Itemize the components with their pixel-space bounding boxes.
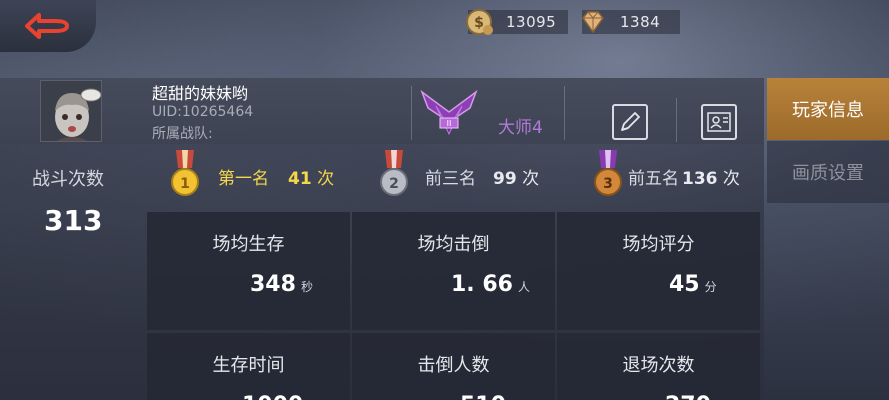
stat-card-avg-survival: 场均生存 348 秒 bbox=[147, 212, 350, 330]
coin-amount: 13095 bbox=[506, 13, 557, 31]
top-three-count: 99 次 bbox=[493, 169, 540, 189]
top-five-label: 前五名 bbox=[628, 169, 679, 189]
diamond-icon bbox=[582, 11, 604, 34]
svg-text:3: 3 bbox=[603, 176, 613, 192]
stat-card-avg-knockdowns: 场均击倒 1. 66 人 bbox=[352, 212, 555, 330]
avatar[interactable] bbox=[40, 80, 102, 142]
gold-medal-icon: 1 bbox=[171, 150, 199, 196]
first-place-count: 41 次 bbox=[288, 169, 335, 189]
svg-text:II: II bbox=[447, 119, 452, 128]
coin-icon: $ bbox=[466, 9, 493, 35]
tab-quality-settings[interactable]: 画质设置 bbox=[767, 141, 889, 203]
svg-text:$: $ bbox=[474, 15, 484, 31]
player-name: 超甜的妹妹哟 bbox=[152, 84, 249, 103]
svg-text:2: 2 bbox=[389, 176, 399, 192]
top-three-label: 前三名 bbox=[425, 169, 476, 189]
gem-balance: 1384 bbox=[582, 10, 680, 34]
stat-card-avg-rating: 场均评分 45 分 bbox=[557, 212, 760, 330]
silver-medal-icon: 2 bbox=[380, 150, 408, 196]
top-bar: $ 13095 1384 bbox=[0, 0, 889, 60]
rank-label: 大师4 bbox=[498, 118, 543, 138]
first-place-label: 第一名 bbox=[218, 169, 269, 189]
stat-card-exits: 退场次数 270 bbox=[557, 333, 760, 400]
button-divider bbox=[676, 98, 677, 142]
back-arrow-icon bbox=[25, 13, 69, 39]
stat-card-survival-time: 生存时间 1000 bbox=[147, 333, 350, 400]
top-five-count: 136 次 bbox=[682, 169, 740, 189]
rank-emblem-icon: II bbox=[420, 89, 478, 136]
tab-player-info[interactable]: 玩家信息 bbox=[767, 78, 889, 140]
battle-count-value: 313 bbox=[44, 204, 103, 237]
stat-card-knockdowns: 击倒人数 510 bbox=[352, 333, 555, 400]
gem-amount: 1384 bbox=[620, 13, 661, 31]
player-uid: UID:10265464 bbox=[152, 104, 254, 120]
back-button[interactable] bbox=[0, 0, 96, 52]
profile-strip bbox=[0, 78, 764, 144]
coin-balance: $ 13095 bbox=[466, 9, 568, 35]
battle-count-label: 战斗次数 bbox=[32, 169, 104, 190]
bronze-medal-icon: 3 bbox=[594, 150, 622, 196]
profile-card-button[interactable] bbox=[701, 104, 737, 140]
pencil-icon bbox=[621, 112, 640, 131]
edit-button[interactable] bbox=[612, 104, 648, 140]
svg-text:1: 1 bbox=[180, 176, 190, 192]
avatar-image bbox=[41, 81, 101, 141]
player-team: 所属战队: bbox=[152, 126, 213, 142]
id-card-icon bbox=[707, 112, 731, 132]
